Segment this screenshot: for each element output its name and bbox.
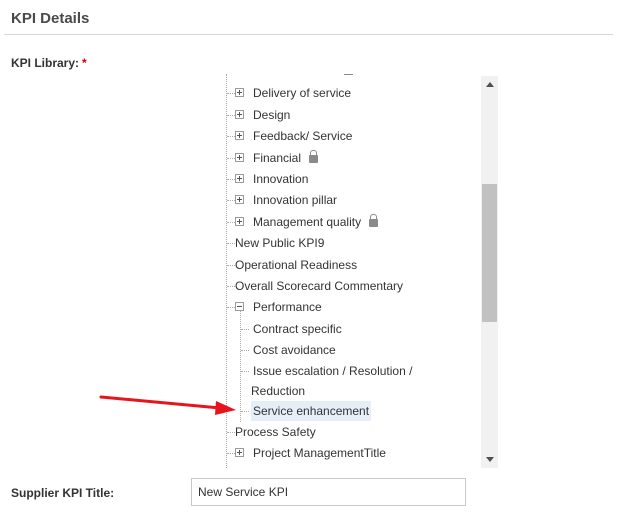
supplier-kpi-title-label: Supplier KPI Title:: [11, 486, 115, 500]
annotation-arrow: [99, 395, 236, 415]
supplier-kpi-title-input[interactable]: [191, 478, 466, 506]
annotation-arrow-shaft: [99, 395, 222, 410]
annotation-arrow-head: [215, 401, 236, 415]
